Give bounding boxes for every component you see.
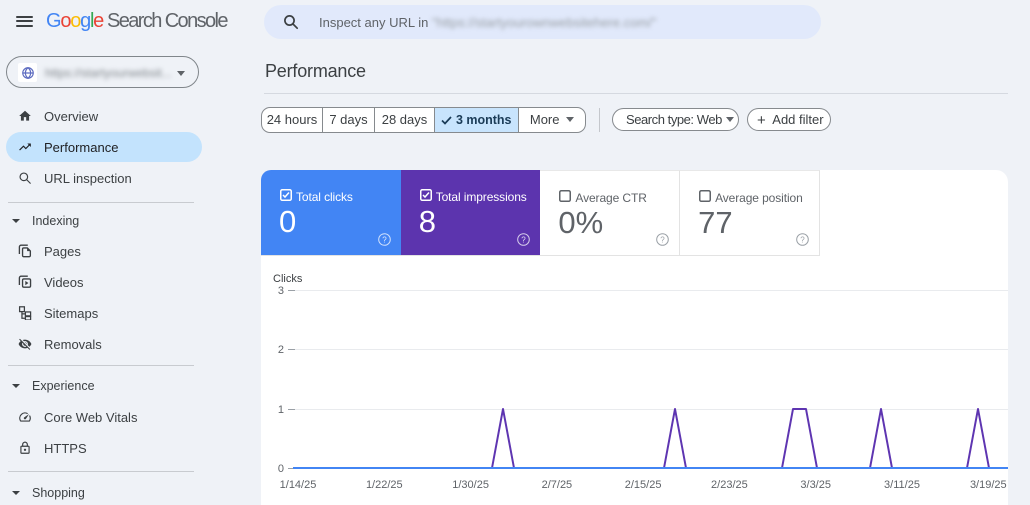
svg-text:2: 2 (278, 344, 284, 356)
svg-text:3/11/25: 3/11/25 (884, 479, 920, 491)
svg-text:3: 3 (278, 285, 284, 297)
svg-text:0: 0 (278, 463, 284, 475)
svg-text:3/3/25: 3/3/25 (800, 479, 831, 491)
svg-text:1/14/25: 1/14/25 (280, 479, 317, 491)
svg-text:1/22/25: 1/22/25 (366, 479, 403, 491)
svg-text:2/15/25: 2/15/25 (625, 479, 662, 491)
svg-text:1/30/25: 1/30/25 (452, 479, 489, 491)
svg-text:2/7/25: 2/7/25 (542, 479, 573, 491)
svg-text:3/19/25: 3/19/25 (970, 479, 1007, 491)
svg-text:2/23/25: 2/23/25 (711, 479, 748, 491)
svg-text:1: 1 (278, 404, 284, 416)
